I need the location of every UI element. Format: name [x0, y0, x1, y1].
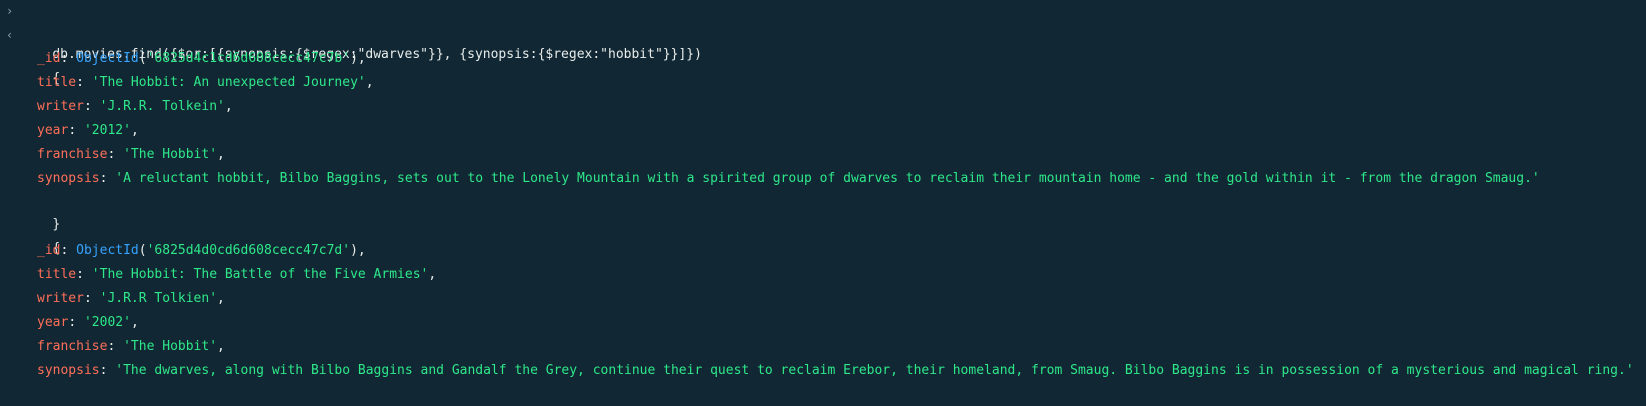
field-key: franchise [37, 339, 108, 354]
field-value: '2002' [83, 315, 131, 330]
field-value: 'The Hobbit: The Battle of the Five Armi… [91, 267, 429, 282]
field-year: year: '2002', [37, 315, 139, 330]
field-value: 'J.R.R. Tolkein' [99, 99, 225, 114]
field-key: synopsis [37, 363, 100, 378]
field-value: 'A reluctant hobbit, Bilbo Baggins, sets… [115, 171, 1540, 186]
field-key: title [37, 75, 77, 90]
field-key: writer [37, 99, 84, 114]
document-close-brace: } [0, 384, 1646, 406]
prompt-chevron-icon: › [6, 4, 14, 18]
document-close-brace: } [0, 192, 1646, 232]
document-open-brace: ‹ { [0, 24, 1646, 86]
document-open-brace: { [0, 216, 1646, 256]
field-key: title [37, 267, 77, 282]
field-title: title: 'The Hobbit: An unexpected Journe… [37, 75, 374, 90]
field-key: year [37, 315, 69, 330]
command-line[interactable]: › db.movies.find({$or:[{synopsis:{$regex… [0, 0, 1646, 62]
field-key: writer [37, 291, 84, 306]
field-value: 'The dwarves, along with Bilbo Baggins a… [115, 363, 1634, 378]
field-id: _id: ObjectId('6825d4c1cd6d608cecc47c7b'… [37, 51, 366, 66]
field-value: 'The Hobbit' [123, 339, 218, 354]
field-value: 'The Hobbit: An unexpected Journey' [91, 75, 366, 90]
objectid-value: '6825d4d0cd6d608cecc47c7d' [146, 243, 351, 258]
field-franchise: franchise: 'The Hobbit', [37, 147, 225, 162]
objectid-function: ObjectId [76, 243, 139, 258]
field-synopsis: synopsis: 'The dwarves, along with Bilbo… [37, 363, 1634, 378]
field-key: franchise [37, 147, 108, 162]
field-franchise: franchise: 'The Hobbit', [37, 339, 225, 354]
mongosh-output-panel: › db.movies.find({$or:[{synopsis:{$regex… [0, 0, 1646, 406]
result-chevron-icon: ‹ [6, 28, 14, 42]
field-writer: writer: 'J.R.R. Tolkein', [37, 99, 233, 114]
field-synopsis: synopsis: 'A reluctant hobbit, Bilbo Bag… [37, 171, 1540, 186]
objectid-value: '6825d4c1cd6d608cecc47c7b' [146, 51, 351, 66]
field-title: title: 'The Hobbit: The Battle of the Fi… [37, 267, 437, 282]
field-value: 'The Hobbit' [123, 147, 218, 162]
objectid-function: ObjectId [76, 51, 139, 66]
field-writer: writer: 'J.R.R Tolkien', [37, 291, 225, 306]
field-value: '2012' [83, 123, 131, 138]
field-key: _id [37, 51, 61, 66]
field-key: year [37, 123, 69, 138]
field-key: _id [37, 243, 61, 258]
field-value: 'J.R.R Tolkien' [99, 291, 218, 306]
field-key: synopsis [37, 171, 100, 186]
field-id: _id: ObjectId('6825d4d0cd6d608cecc47c7d'… [37, 243, 366, 258]
field-year: year: '2012', [37, 123, 139, 138]
